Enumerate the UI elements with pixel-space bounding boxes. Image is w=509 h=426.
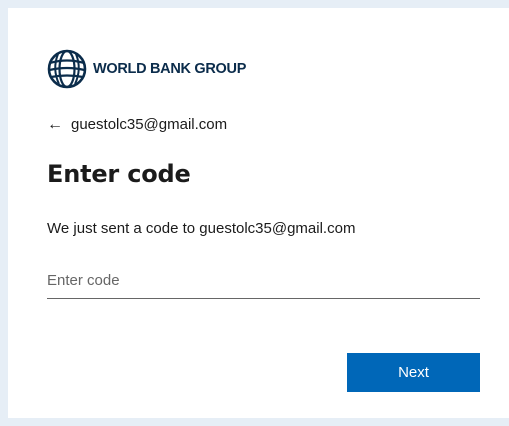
world-bank-logo: WORLD BANK GROUP — [47, 49, 246, 89]
next-button[interactable]: Next — [347, 353, 480, 392]
arrow-left-icon[interactable]: ← — [47, 116, 63, 133]
identity-banner[interactable]: ← guestolc35@gmail.com — [47, 116, 227, 133]
globe-icon — [47, 49, 87, 89]
sign-in-card: WORLD BANK GROUP ← guestolc35@gmail.com … — [8, 8, 509, 418]
identity-email: guestolc35@gmail.com — [71, 116, 228, 133]
code-sent-description: We just sent a code to guestolc35@gmail.… — [47, 220, 356, 237]
page-title: Enter code — [47, 160, 191, 188]
code-input[interactable] — [47, 262, 480, 299]
logo-text: WORLD BANK GROUP — [93, 61, 247, 77]
